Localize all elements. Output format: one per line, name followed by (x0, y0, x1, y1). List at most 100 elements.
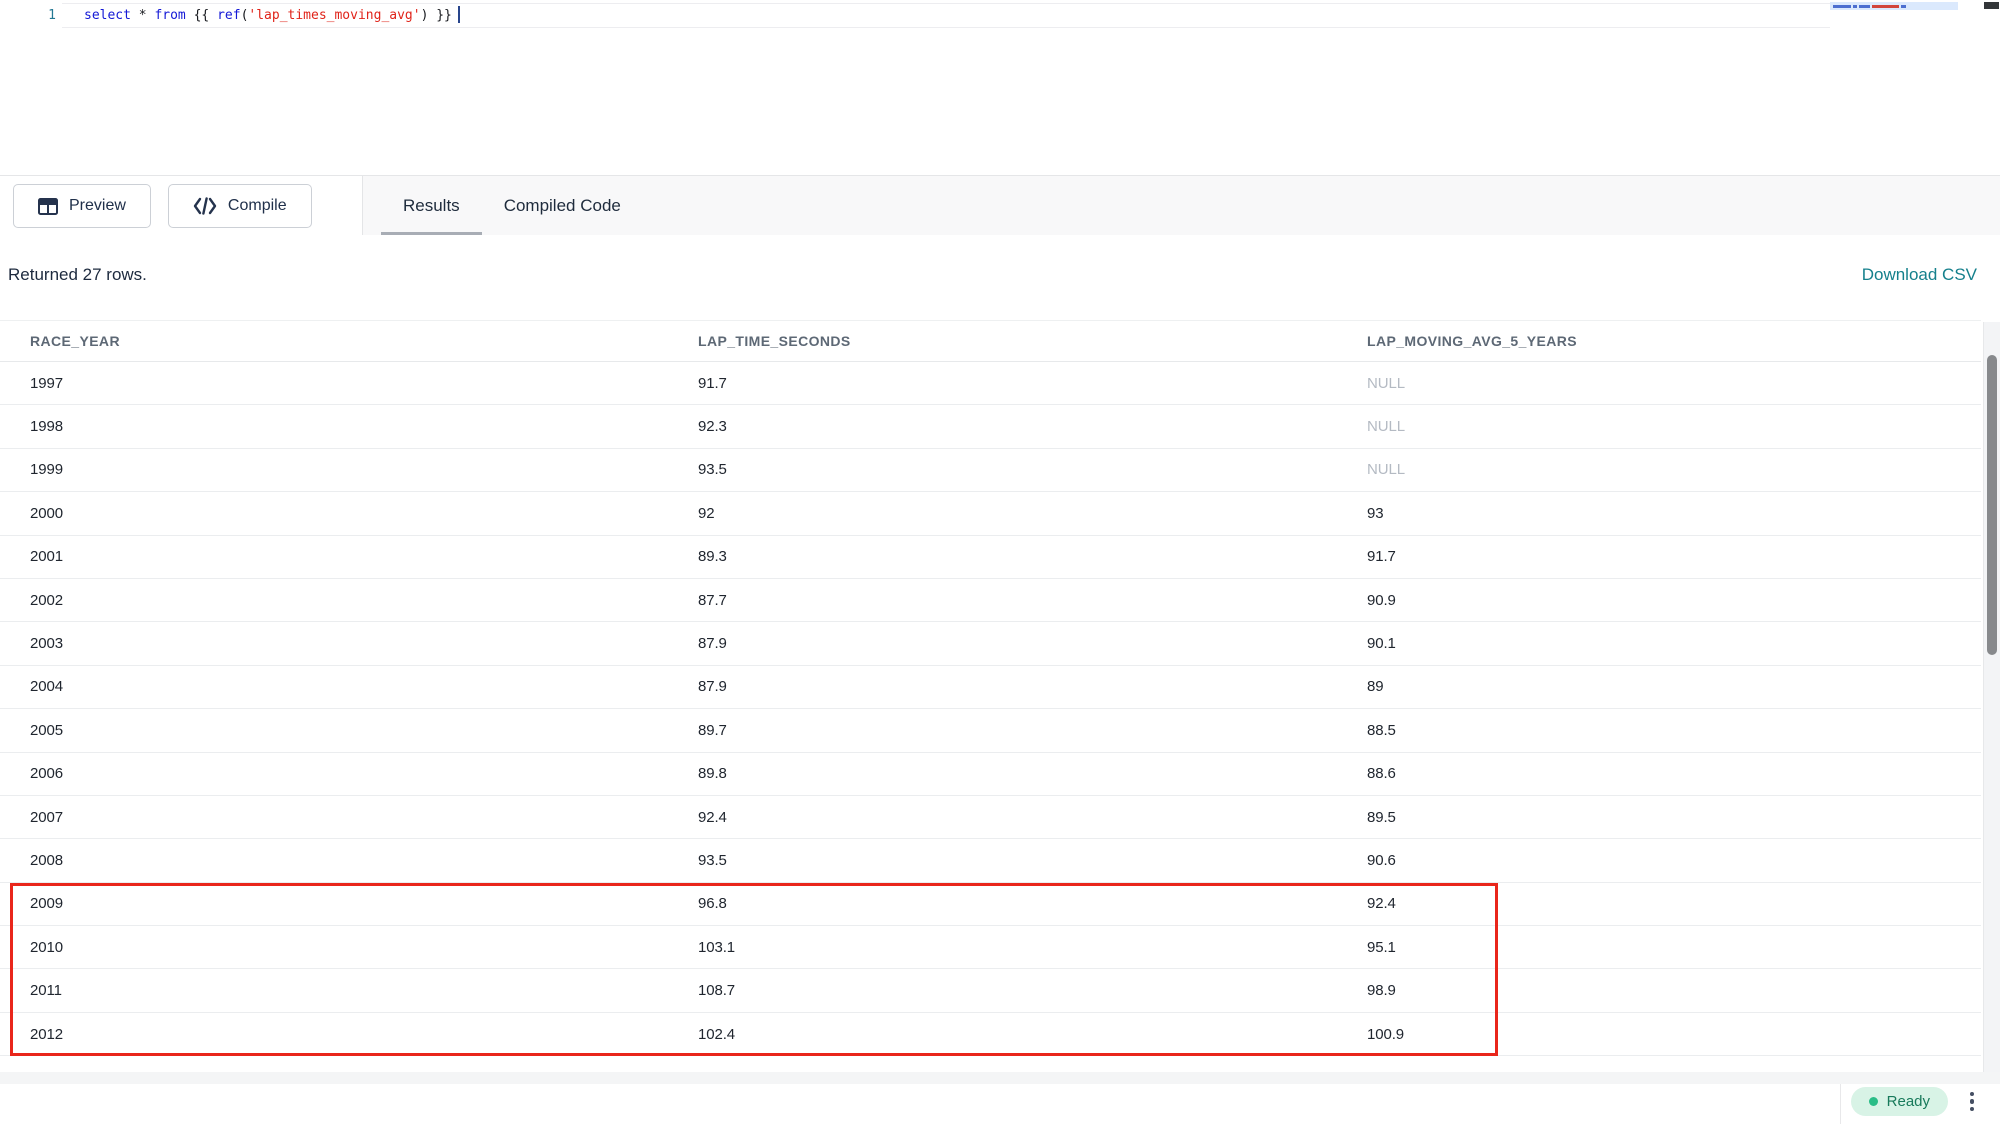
table-grid-icon (38, 198, 58, 215)
compile-button[interactable]: Compile (168, 184, 312, 228)
table-cell: 89.8 (668, 765, 1337, 782)
results-toolbar: Preview Compile Results Compiled Code (0, 175, 2000, 235)
code-line[interactable]: select * from {{ ref('lap_times_moving_a… (84, 5, 460, 26)
table-cell: 89.7 (668, 722, 1337, 739)
table-cell: 1998 (0, 418, 668, 435)
table-cell: 87.9 (668, 678, 1337, 695)
editor-scrollbar-thumb[interactable] (1984, 2, 1999, 9)
code-brackets-icon (193, 197, 217, 215)
table-row: 2012102.4100.9 (0, 1013, 1981, 1056)
table-cell: 90.1 (1337, 635, 1981, 652)
code-editor[interactable]: 1 select * from {{ ref('lap_times_moving… (0, 0, 2000, 175)
code-tokens: select * from {{ ref('lap_times_moving_a… (84, 8, 452, 23)
preview-button[interactable]: Preview (13, 184, 151, 228)
table-cell: 2001 (0, 548, 668, 565)
table-cell: NULL (1337, 418, 1981, 435)
status-badge: Ready (1851, 1087, 1948, 1116)
table-cell: 89.3 (668, 548, 1337, 565)
table-row: 199892.3NULL (0, 405, 1981, 448)
results-table: RACE_YEAR LAP_TIME_SECONDS LAP_MOVING_AV… (0, 320, 1981, 1056)
table-row: 200996.892.4 (0, 883, 1981, 926)
status-bar: Ready (0, 1084, 2000, 1124)
table-cell: 92.3 (668, 418, 1337, 435)
table-cell: 98.9 (1337, 982, 1981, 999)
table-cell: 100.9 (1337, 1026, 1981, 1043)
table-cell: 96.8 (668, 895, 1337, 912)
table-header-row: RACE_YEAR LAP_TIME_SECONDS LAP_MOVING_AV… (0, 320, 1981, 362)
table-cell: 2007 (0, 809, 668, 826)
table-cell: 2008 (0, 852, 668, 869)
table-cell: 1997 (0, 375, 668, 392)
compile-button-label: Compile (228, 197, 287, 215)
table-cell: NULL (1337, 375, 1981, 392)
table-row: 199993.5NULL (0, 449, 1981, 492)
column-header-lap-time-seconds: LAP_TIME_SECONDS (668, 333, 1337, 349)
table-row: 2010103.195.1 (0, 926, 1981, 969)
tab-compiled-code[interactable]: Compiled Code (482, 176, 643, 236)
table-cell: 95.1 (1337, 939, 1981, 956)
table-row: 200893.590.6 (0, 839, 1981, 882)
table-cell: 93.5 (668, 461, 1337, 478)
horizontal-scrollbar-track[interactable] (0, 1072, 2000, 1084)
table-cell: 103.1 (668, 939, 1337, 956)
table-row: 2011108.798.9 (0, 969, 1981, 1012)
results-tabs: Results Compiled Code (381, 176, 643, 236)
table-row: 200792.489.5 (0, 796, 1981, 839)
table-cell: 89.5 (1337, 809, 1981, 826)
table-cell: 88.6 (1337, 765, 1981, 782)
table-row: 200589.788.5 (0, 709, 1981, 752)
line-number: 1 (36, 5, 56, 26)
results-scrollbar[interactable] (1983, 322, 2000, 1072)
results-meta-row: Returned 27 rows. Download CSV (0, 235, 2000, 320)
table-cell: 2010 (0, 939, 668, 956)
tab-results-label: Results (403, 196, 460, 216)
editor-minimap[interactable] (1830, 0, 1982, 175)
table-cell: 92 (668, 505, 1337, 522)
table-cell: 2011 (0, 982, 668, 999)
table-row: 200487.989 (0, 666, 1981, 709)
tab-results[interactable]: Results (381, 176, 482, 236)
status-bar-divider (1840, 1084, 1841, 1124)
table-cell: 93 (1337, 505, 1981, 522)
tab-compiled-code-label: Compiled Code (504, 196, 621, 216)
table-cell: 108.7 (668, 982, 1337, 999)
editor-scrollbar[interactable] (1983, 0, 2000, 175)
table-row: 200689.888.6 (0, 753, 1981, 796)
table-cell: 91.7 (1337, 548, 1981, 565)
table-cell: 2009 (0, 895, 668, 912)
column-header-race-year: RACE_YEAR (0, 333, 668, 349)
table-cell: 1999 (0, 461, 668, 478)
table-cell: 2000 (0, 505, 668, 522)
table-cell: 90.6 (1337, 852, 1981, 869)
table-row: 20009293 (0, 492, 1981, 535)
table-cell: 92.4 (1337, 895, 1981, 912)
table-cell: 2005 (0, 722, 668, 739)
table-cell: 89 (1337, 678, 1981, 695)
table-row: 200287.790.9 (0, 579, 1981, 622)
table-cell: 91.7 (668, 375, 1337, 392)
table-cell: 2002 (0, 592, 668, 609)
table-row: 199791.7NULL (0, 362, 1981, 405)
status-badge-label: Ready (1887, 1093, 1930, 1110)
table-cell: 2006 (0, 765, 668, 782)
results-scrollbar-thumb[interactable] (1987, 355, 1997, 655)
ready-dot-icon (1869, 1097, 1878, 1106)
preview-button-label: Preview (69, 197, 126, 215)
results-table-body: 199791.7NULL199892.3NULL199993.5NULL2000… (0, 362, 1981, 1056)
table-cell: 88.5 (1337, 722, 1981, 739)
minimap-line (1830, 2, 1958, 10)
table-cell: NULL (1337, 461, 1981, 478)
table-cell: 93.5 (668, 852, 1337, 869)
download-csv-link[interactable]: Download CSV (1862, 265, 1977, 285)
kebab-menu-icon[interactable] (1961, 1087, 1983, 1116)
column-header-lap-moving-avg: LAP_MOVING_AVG_5_YEARS (1337, 333, 1981, 349)
table-row: 200189.391.7 (0, 536, 1981, 579)
row-count-summary: Returned 27 rows. (8, 265, 147, 285)
table-cell: 87.7 (668, 592, 1337, 609)
table-cell: 92.4 (668, 809, 1337, 826)
table-cell: 87.9 (668, 635, 1337, 652)
text-cursor (458, 6, 460, 23)
table-cell: 2012 (0, 1026, 668, 1043)
table-cell: 90.9 (1337, 592, 1981, 609)
table-cell: 102.4 (668, 1026, 1337, 1043)
